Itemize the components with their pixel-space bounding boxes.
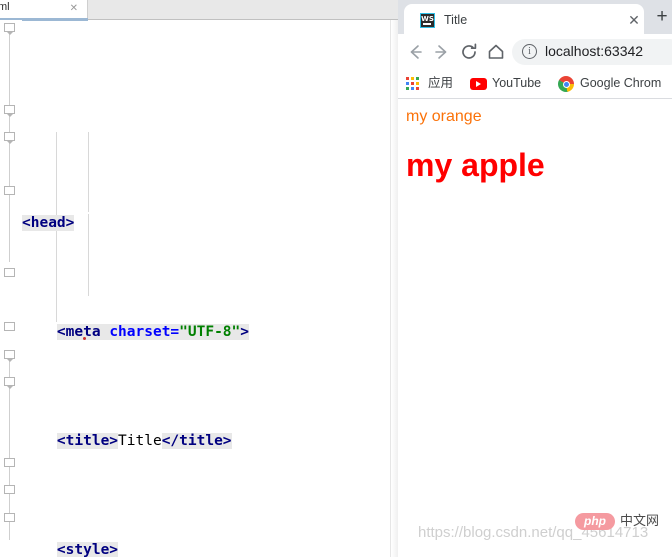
fold-marker-style-open[interactable] — [4, 105, 15, 117]
ide-tab-bar: ml ✕ — [0, 0, 398, 21]
bookmark-apps-label: 应用 — [428, 76, 454, 90]
fold-marker-head-open[interactable] — [4, 23, 15, 35]
token-head-open: <head> — [22, 215, 75, 232]
fold-marker-body-close[interactable] — [4, 485, 15, 494]
browser-page-viewport: my orange my apple — [398, 99, 672, 557]
youtube-icon — [470, 78, 487, 90]
fold-marker-style-close[interactable] — [4, 268, 15, 277]
arrow-left-icon[interactable] — [404, 41, 426, 63]
reload-icon[interactable] — [458, 41, 480, 63]
rendered-div: my orange my apple — [406, 108, 545, 184]
fold-marker-html-close[interactable] — [4, 513, 15, 522]
ide-file-tab-label: ml — [0, 1, 10, 13]
browser-tab[interactable]: WS Title ✕ — [404, 4, 644, 34]
fold-marker-head-close[interactable] — [4, 322, 15, 331]
fold-marker-div-open[interactable] — [4, 377, 15, 389]
apps-grid-icon — [406, 77, 419, 90]
address-bar[interactable]: i localhost:63342 — [512, 39, 672, 65]
fold-guide-line — [9, 26, 10, 262]
token-meta-attr: charset= — [109, 324, 180, 341]
close-icon[interactable]: ✕ — [70, 2, 78, 16]
code-line[interactable]: <meta charset="UTF-8"> — [22, 319, 390, 346]
screenshot-root: ml ✕ <head> <meta charset="UTF-8"> <titl… — [0, 0, 672, 557]
fold-marker-div-close[interactable] — [4, 458, 15, 467]
token-title-text: Title — [118, 433, 162, 450]
code-line[interactable]: <style> — [22, 537, 390, 557]
php-logo-icon: php — [575, 513, 615, 530]
ide-scrollbar[interactable] — [390, 20, 398, 557]
watermark-site-name: 中文网 — [620, 514, 660, 529]
arrow-right-icon[interactable] — [431, 41, 453, 63]
ide-folding-gutter[interactable] — [0, 20, 22, 557]
ide-file-tab[interactable]: ml ✕ — [0, 0, 88, 19]
fold-marker-body-not-rule[interactable] — [4, 186, 15, 195]
rendered-heading: my apple — [406, 147, 545, 183]
token-title-close: </title> — [161, 433, 232, 450]
indent-guide — [88, 132, 89, 212]
home-icon[interactable] — [485, 41, 507, 63]
browser-tab-strip: WS Title ✕ + — [398, 0, 672, 34]
fold-marker-body-open[interactable] — [4, 350, 15, 362]
chrome-icon — [558, 76, 574, 92]
code-line[interactable]: <title>Title</title> — [22, 428, 390, 455]
token-meta-tag-close: > — [240, 324, 249, 341]
rendered-div-text: my orange — [406, 108, 482, 125]
code-line[interactable]: <head> — [22, 210, 390, 237]
bookmarks-bar: 应用 YouTube Google Chrom — [398, 69, 672, 99]
bookmark-youtube-label: YouTube — [492, 76, 542, 90]
ide-code-area[interactable]: <head> <meta charset="UTF-8"> <title>Tit… — [22, 20, 390, 557]
ide-editor-pane: ml ✕ <head> <meta charset="UTF-8"> <titl… — [0, 0, 398, 557]
bookmark-google-chrome-label: Google Chrom — [580, 76, 662, 90]
chrome-browser-window: WS Title ✕ + i localhost:63342 应用 YouTub… — [398, 0, 672, 557]
watermark-url: https://blog.csdn.net/qq_45614713 — [418, 524, 649, 541]
favicon-text: WS — [421, 15, 434, 23]
address-bar-url: localhost:63342 — [545, 43, 644, 59]
webstorm-favicon-icon: WS — [420, 13, 435, 28]
token-style-open: <style> — [56, 541, 119, 557]
new-tab-button[interactable]: + — [653, 7, 671, 26]
close-icon[interactable]: ✕ — [626, 12, 642, 28]
token-meta-attr-value: "UTF-8" — [179, 324, 241, 341]
browser-tab-title: Title — [444, 13, 468, 27]
info-icon[interactable]: i — [522, 44, 537, 59]
browser-toolbar: i localhost:63342 — [398, 34, 672, 69]
token-meta-tag-open: <meta — [56, 324, 101, 341]
favicon-underline — [423, 23, 431, 25]
fold-marker-h1-rule[interactable] — [4, 132, 15, 144]
token-title-open: <title> — [56, 433, 119, 450]
